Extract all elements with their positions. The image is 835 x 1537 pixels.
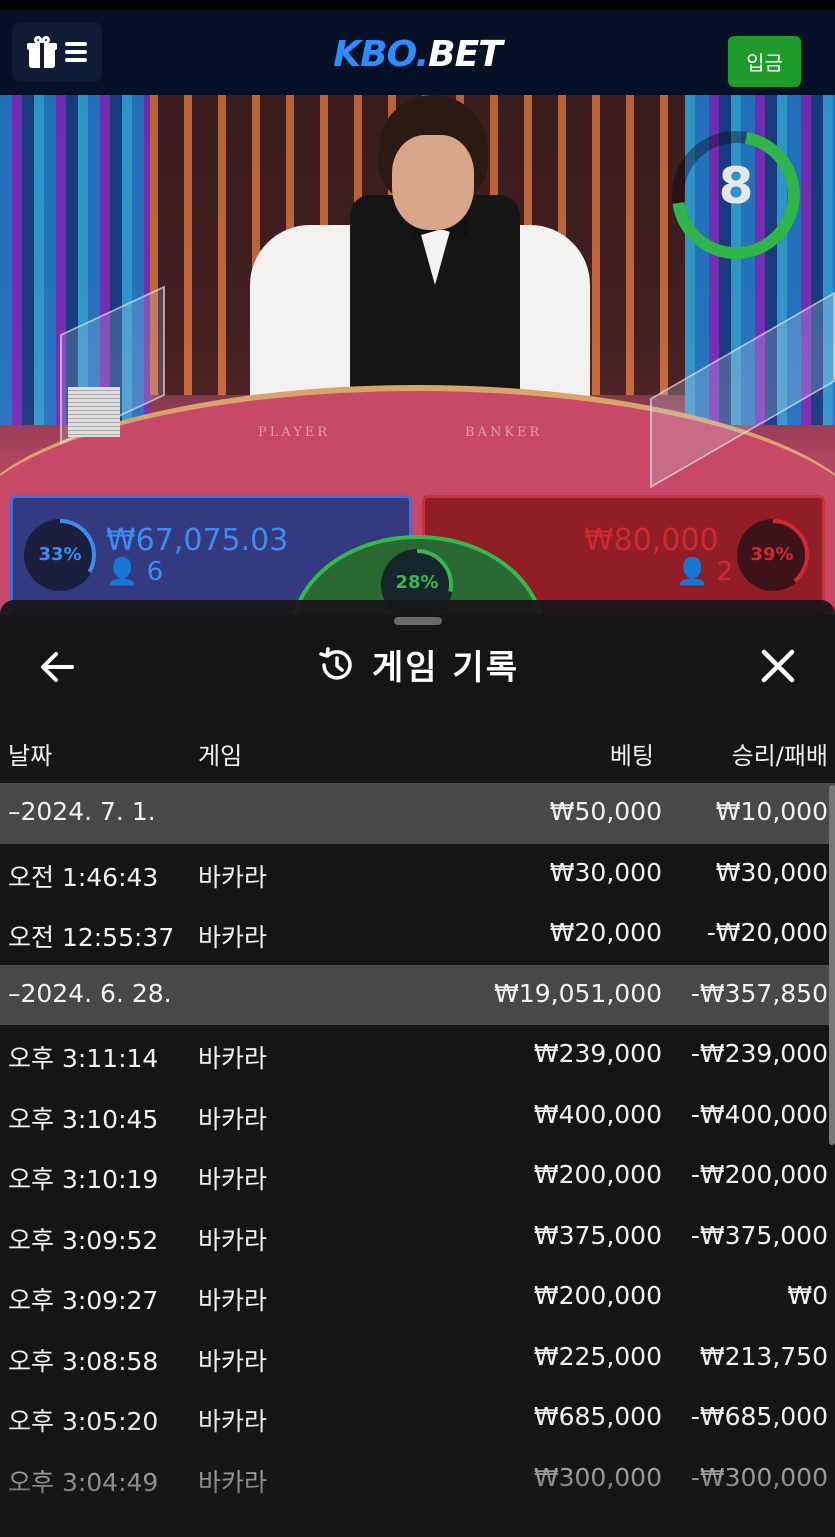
row-game: 바카라 — [198, 1225, 268, 1255]
row-result: -₩357,850 — [690, 978, 828, 1008]
column-header-date: 날짜 — [8, 742, 53, 770]
dealer-face — [392, 135, 474, 230]
row-result: -₩400,000 — [690, 1099, 828, 1129]
row-bet: ₩300,000 — [533, 1462, 662, 1492]
live-dealer-video: PLAYER BANKER 8 33% ₩67,075.03 👤 6 28% 3… — [0, 95, 835, 615]
history-table-body: –2024. 7. 1. ₩50,000 ₩10,000 오전 1:46:43 바카라 ₩… — [0, 783, 835, 1509]
column-header-result: 승리/패배 — [731, 742, 828, 770]
banker-total-amount: ₩80,000 — [584, 523, 719, 558]
tie-percent: 28% — [395, 572, 439, 593]
player-bettor-count: 👤 6 — [106, 557, 163, 587]
table-row[interactable]: 오전 1:46:43 바카라 ₩30,000 ₩30,000 — [0, 844, 835, 905]
row-date: –2024. 7. 1. — [8, 797, 156, 826]
player-total-amount: ₩67,075.03 — [106, 523, 289, 558]
row-result: -₩300,000 — [690, 1462, 828, 1492]
banker-bettor-count: 👤 2 — [676, 557, 733, 587]
history-clock-icon — [319, 646, 352, 680]
user-icon: 👤 — [106, 557, 139, 587]
row-game: 바카라 — [198, 862, 268, 892]
row-game: 바카라 — [198, 1407, 268, 1436]
row-date: 오전 1:46:43 — [8, 862, 159, 892]
banker-count-value: 2 — [716, 557, 734, 587]
game-history-panel: 게임 기록 날짜 게임 베팅 승리/패배 –2024. 7. 1. ₩50,000… — [0, 600, 835, 1537]
row-date: 오후 3:10:19 — [8, 1165, 159, 1194]
drag-handle[interactable] — [394, 617, 442, 625]
date-group-row[interactable]: –2024. 7. 1. ₩50,000 ₩10,000 — [0, 783, 835, 844]
row-bet: ₩30,000 — [549, 857, 662, 887]
row-bet: ₩200,000 — [533, 1160, 662, 1189]
row-date: 오전 12:55:37 — [8, 923, 175, 952]
table-row[interactable]: 오후 3:10:19 바카라 ₩200,000 -₩200,000 — [0, 1146, 835, 1207]
scrollbar[interactable] — [829, 785, 835, 1145]
row-bet: ₩375,000 — [533, 1220, 662, 1250]
table-row[interactable]: 오후 3:09:52 바카라 ₩375,000 -₩375,000 — [0, 1207, 835, 1268]
card-stack — [68, 387, 120, 437]
logo-main-text: KBO — [333, 34, 416, 75]
deposit-button[interactable]: 입금 — [728, 36, 801, 87]
user-icon: 👤 — [676, 557, 709, 587]
row-bet: ₩19,051,000 — [494, 978, 662, 1008]
panel-title: 게임 기록 — [372, 648, 519, 688]
row-result: ₩10,000 — [715, 797, 828, 826]
row-result: -₩20,000 — [706, 918, 828, 947]
row-date: 오후 3:10:45 — [8, 1104, 159, 1134]
close-icon[interactable] — [752, 640, 804, 692]
row-game: 바카라 — [198, 1286, 268, 1315]
row-bet: ₩50,000 — [549, 797, 662, 826]
table-row[interactable]: 오전 12:55:37 바카라 ₩20,000 -₩20,000 — [0, 904, 835, 965]
row-bet: ₩239,000 — [533, 1039, 662, 1068]
table-row[interactable]: 오후 3:09:27 바카라 ₩200,000 ₩0 — [0, 1267, 835, 1328]
site-logo[interactable]: KBO.BET — [0, 34, 835, 75]
row-game: 바카라 — [198, 1104, 268, 1134]
player-count-value: 6 — [146, 557, 164, 587]
row-game: 바카라 — [198, 1467, 268, 1497]
row-date: –2024. 6. 28. — [8, 978, 172, 1008]
table-label-banker: BANKER — [465, 425, 543, 440]
date-group-row[interactable]: –2024. 6. 28. ₩19,051,000 -₩357,850 — [0, 964, 835, 1025]
logo-suffix-text: BET — [428, 34, 503, 75]
column-header-game: 게임 — [198, 742, 243, 770]
row-bet: ₩400,000 — [533, 1099, 662, 1129]
row-date: 오후 3:05:20 — [8, 1407, 159, 1436]
row-game: 바카라 — [198, 1346, 268, 1376]
row-result: ₩0 — [787, 1281, 828, 1310]
table-row[interactable]: 오후 3:11:14 바카라 ₩239,000 -₩239,000 — [0, 1025, 835, 1086]
row-game: 바카라 — [198, 1165, 268, 1194]
row-result: -₩200,000 — [690, 1160, 828, 1189]
row-date: 오후 3:09:52 — [8, 1225, 159, 1255]
table-row[interactable]: 오후 3:08:58 바카라 ₩225,000 ₩213,750 — [0, 1328, 835, 1389]
column-header-bet: 베팅 — [609, 742, 654, 770]
row-date: 오후 3:09:27 — [8, 1286, 159, 1315]
row-result: -₩685,000 — [690, 1402, 828, 1431]
row-bet: ₩20,000 — [549, 918, 662, 947]
row-bet: ₩200,000 — [533, 1281, 662, 1310]
player-percent: 33% — [38, 544, 82, 565]
table-row[interactable]: 오후 3:04:49 바카라 ₩300,000 -₩300,000 — [0, 1449, 835, 1510]
row-result: ₩213,750 — [699, 1341, 828, 1371]
row-date: 오후 3:04:49 — [8, 1467, 159, 1497]
table-row[interactable]: 오후 3:10:45 바카라 ₩400,000 -₩400,000 — [0, 1086, 835, 1147]
panel-header: 게임 기록 — [0, 640, 835, 689]
banker-percent: 39% — [750, 544, 794, 565]
row-result: -₩375,000 — [690, 1220, 828, 1250]
row-date: 오후 3:11:14 — [8, 1044, 159, 1073]
row-bet: ₩685,000 — [533, 1402, 662, 1431]
row-game: 바카라 — [198, 1044, 268, 1073]
row-result: ₩30,000 — [715, 857, 828, 887]
row-date: 오후 3:08:58 — [8, 1346, 159, 1376]
table-row[interactable]: 오후 3:05:20 바카라 ₩685,000 -₩685,000 — [0, 1388, 835, 1449]
table-label-player: PLAYER — [258, 425, 331, 440]
row-game: 바카라 — [198, 923, 268, 952]
logo-dot: . — [415, 34, 429, 75]
row-bet: ₩225,000 — [533, 1341, 662, 1371]
top-bar: KBO.BET 입금 — [0, 0, 835, 95]
countdown-number: 8 — [718, 157, 754, 215]
row-result: -₩239,000 — [690, 1039, 828, 1068]
